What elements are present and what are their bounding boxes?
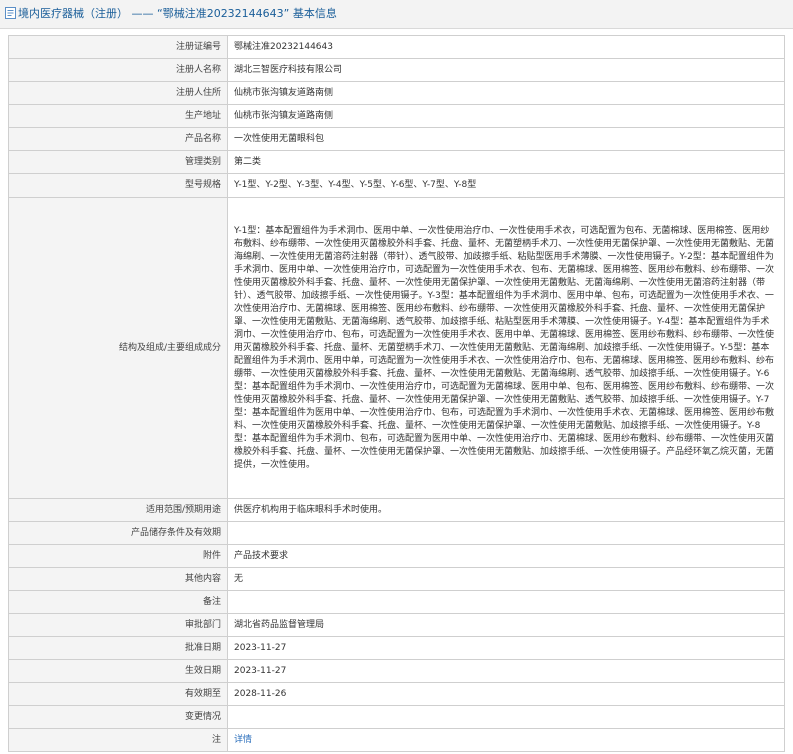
table-row: 注册人住所 仙桃市张沟镇友道路南侧 xyxy=(8,81,785,105)
field-value-cell: 详情 xyxy=(227,728,785,752)
page-title: 境内医疗器械（注册） —— “鄂械注准20232144643” 基本信息 xyxy=(18,7,337,20)
field-value: 湖北省药品监督管理局 xyxy=(227,613,785,637)
table-row: 变更情况 xyxy=(8,705,785,729)
table-row: 管理类别 第二类 xyxy=(8,150,785,174)
table-row: 型号规格 Y-1型、Y-2型、Y-3型、Y-4型、Y-5型、Y-6型、Y-7型、Y… xyxy=(8,173,785,198)
field-label: 结构及组成/主要组成成分 xyxy=(8,197,228,499)
registration-info-table: 注册证编号 鄂械注准20232144643 注册人名称 湖北三智医疗科技有限公司 注… xyxy=(8,35,785,752)
table-row: 注册证编号 鄂械注准20232144643 xyxy=(8,35,785,59)
field-label: 批准日期 xyxy=(8,636,228,660)
table-row: 附件 产品技术要求 xyxy=(8,544,785,568)
table-row: 批准日期 2023-11-27 xyxy=(8,636,785,660)
table-row: 产品储存条件及有效期 xyxy=(8,521,785,545)
table-row: 有效期至 2028-11-26 xyxy=(8,682,785,706)
field-value: 供医疗机构用于临床眼科手术时使用。 xyxy=(227,498,785,522)
field-label: 附件 xyxy=(8,544,228,568)
table-row: 适用范围/预期用途 供医疗机构用于临床眼科手术时使用。 xyxy=(8,498,785,522)
field-label: 产品名称 xyxy=(8,127,228,151)
table-row: 产品名称 一次性使用无菌眼科包 xyxy=(8,127,785,151)
field-value: 一次性使用无菌眼科包 xyxy=(227,127,785,151)
field-value: 第二类 xyxy=(227,150,785,174)
field-label: 管理类别 xyxy=(8,150,228,174)
page-header: 境内医疗器械（注册） —— “鄂械注准20232144643” 基本信息 xyxy=(0,0,793,29)
field-value: 2023-11-27 xyxy=(227,636,785,660)
field-label: 备注 xyxy=(8,590,228,614)
table-row: 其他内容无 xyxy=(8,567,785,591)
field-label: 注册人名称 xyxy=(8,58,228,82)
field-label: 审批部门 xyxy=(8,613,228,637)
table-row: 生效日期 2023-11-27 xyxy=(8,659,785,683)
document-icon xyxy=(5,7,16,19)
field-value: 湖北三智医疗科技有限公司 xyxy=(227,58,785,82)
table-row: 生产地址 仙桃市张沟镇友道路南侧 xyxy=(8,104,785,128)
detail-link[interactable]: 详情 xyxy=(234,735,252,745)
field-label: 型号规格 xyxy=(8,173,228,198)
field-value: Y-1型：基本配置组件为手术洞巾、医用中单、一次性使用治疗巾、一次性使用手术衣，… xyxy=(227,197,785,499)
field-label: 变更情况 xyxy=(8,705,228,729)
table-row: 备注 xyxy=(8,590,785,614)
field-value: 仙桃市张沟镇友道路南侧 xyxy=(227,104,785,128)
field-label: 适用范围/预期用途 xyxy=(8,498,228,522)
field-value: 2023-11-27 xyxy=(227,659,785,683)
field-label: 注册人住所 xyxy=(8,81,228,105)
field-label: 生效日期 xyxy=(8,659,228,683)
field-label: 注 xyxy=(8,728,228,752)
field-value: Y-1型、Y-2型、Y-3型、Y-4型、Y-5型、Y-6型、Y-7型、Y-8型 xyxy=(227,173,785,198)
field-label: 生产地址 xyxy=(8,104,228,128)
field-value xyxy=(227,705,785,729)
field-label: 产品储存条件及有效期 xyxy=(8,521,228,545)
field-label: 其他内容 xyxy=(8,567,228,591)
field-value: 无 xyxy=(227,567,785,591)
field-value: 产品技术要求 xyxy=(227,544,785,568)
field-value xyxy=(227,521,785,545)
table-row: 审批部门 湖北省药品监督管理局 xyxy=(8,613,785,637)
field-value: 鄂械注准20232144643 xyxy=(227,35,785,59)
table-row: 注册人名称 湖北三智医疗科技有限公司 xyxy=(8,58,785,82)
field-label: 注册证编号 xyxy=(8,35,228,59)
table-row: 结构及组成/主要组成成分 Y-1型：基本配置组件为手术洞巾、医用中单、一次性使用治… xyxy=(8,197,785,499)
field-value xyxy=(227,590,785,614)
field-value: 仙桃市张沟镇友道路南侧 xyxy=(227,81,785,105)
table-row: 注详情 xyxy=(8,728,785,752)
field-label: 有效期至 xyxy=(8,682,228,706)
field-value: 2028-11-26 xyxy=(227,682,785,706)
